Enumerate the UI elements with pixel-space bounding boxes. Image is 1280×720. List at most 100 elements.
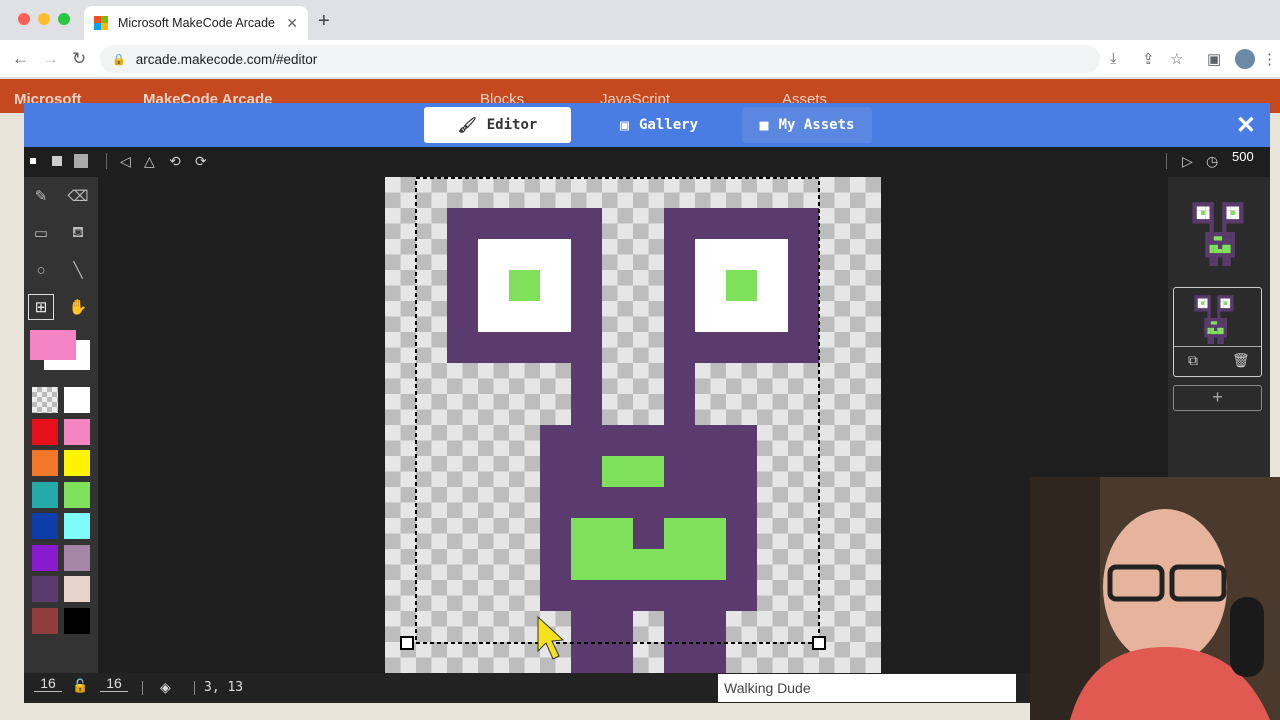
sprite-pixel — [664, 239, 695, 270]
tab-editor[interactable]: 🖌 Editor — [424, 107, 571, 143]
brush-size-medium[interactable] — [52, 156, 62, 166]
transparent-pixel — [617, 223, 633, 239]
selection-handle[interactable] — [400, 636, 414, 650]
browser-tab[interactable]: Microsoft MakeCode Arcade ✕ — [84, 6, 308, 40]
transparent-pixel — [726, 394, 742, 410]
palette-swatch[interactable] — [32, 576, 58, 602]
transparent-pixel — [726, 378, 742, 394]
palette-swatch[interactable] — [64, 544, 90, 571]
back-arrow-icon[interactable]: ← — [12, 49, 29, 69]
menu-kebab-icon[interactable]: ⋮ — [1262, 50, 1277, 68]
pan-hand-icon[interactable]: ✋ — [65, 294, 91, 320]
sprite-canvas[interactable] — [385, 177, 881, 673]
transparent-pixel — [462, 177, 478, 193]
close-tab-icon[interactable]: ✕ — [286, 15, 298, 32]
marquee-select-icon[interactable]: ⊞ — [28, 294, 54, 320]
sprite-pixel — [1217, 318, 1221, 322]
browser-toolbar: ← → ↻ 🔒 arcade.makecode.com/#editor ⤓ ⇪ … — [0, 40, 1280, 78]
sprite-pixel — [1235, 198, 1239, 202]
transparent-pixel — [726, 177, 742, 193]
transparent-pixel — [540, 378, 556, 394]
sprite-pixel — [1191, 312, 1194, 315]
pencil-icon[interactable]: ✎ — [28, 183, 54, 209]
palette-swatch[interactable] — [64, 387, 90, 413]
reload-icon[interactable]: ↻ — [72, 49, 86, 69]
flip-vertical-icon[interactable]: △ — [144, 153, 155, 170]
transparent-pixel — [757, 626, 773, 642]
forward-arrow-icon[interactable]: → — [42, 49, 59, 69]
frame-selected[interactable]: ⧉ 🗑 — [1173, 287, 1262, 377]
brush-size-large[interactable] — [74, 154, 88, 168]
fill-bucket-icon[interactable]: ⛾ — [65, 220, 91, 246]
sprite-pixel — [1191, 341, 1194, 344]
layers-icon[interactable]: ◈ — [160, 679, 171, 696]
new-tab-icon[interactable]: + — [318, 10, 330, 33]
transparent-pixel — [865, 502, 881, 518]
sprite-pixel — [1235, 232, 1239, 236]
palette-swatch[interactable] — [64, 513, 90, 539]
duplicate-icon[interactable]: ⧉ — [1188, 352, 1198, 369]
sprite-pixel — [509, 301, 540, 332]
transparent-pixel — [850, 580, 866, 596]
width-input[interactable]: 16 — [34, 675, 62, 692]
flip-horizontal-icon[interactable]: ◁ — [120, 153, 131, 170]
asset-name-input[interactable]: Walking Dude — [718, 674, 1016, 702]
sprite-pixel — [447, 239, 478, 270]
close-window-button[interactable] — [18, 13, 30, 25]
line-icon[interactable]: ╲ — [65, 257, 91, 283]
sprite-pixel — [1227, 318, 1230, 321]
height-input[interactable]: 16 — [100, 675, 128, 692]
palette-swatch[interactable] — [64, 450, 90, 476]
lock-aspect-icon[interactable]: 🔓 — [72, 678, 88, 694]
add-frame-button[interactable]: + — [1173, 385, 1262, 411]
palette-swatch[interactable] — [32, 418, 58, 445]
play-icon[interactable]: ▷ — [1182, 153, 1193, 170]
selection-handle[interactable] — [812, 636, 826, 650]
palette-swatch[interactable] — [64, 418, 90, 445]
brush-size-small[interactable] — [30, 158, 36, 164]
sprite-pixel — [664, 332, 695, 363]
transparent-pixel — [834, 177, 850, 193]
interval-input[interactable]: 500 — [1232, 149, 1254, 164]
profile-avatar[interactable] — [1235, 49, 1255, 69]
transparent-pixel — [819, 254, 835, 270]
transparent-pixel — [524, 487, 540, 503]
eraser-icon[interactable]: ⌫ — [65, 183, 91, 209]
close-modal-icon[interactable]: ✕ — [1236, 111, 1256, 140]
tab-gallery[interactable]: ▣ Gallery — [584, 107, 734, 143]
install-icon[interactable]: ⤓ — [1110, 50, 1117, 67]
address-bar[interactable]: 🔒 arcade.makecode.com/#editor — [100, 45, 1100, 73]
tab-my-assets[interactable]: ■ My Assets — [742, 107, 872, 143]
transparent-pixel — [524, 595, 540, 611]
minimize-window-button[interactable] — [38, 13, 50, 25]
circle-icon[interactable]: ○ — [28, 257, 54, 283]
share-icon[interactable]: ⇪ — [1142, 50, 1155, 68]
rotate-cw-icon[interactable]: ⟳ — [195, 153, 207, 170]
palette-swatch[interactable] — [64, 481, 90, 508]
primary-color[interactable] — [30, 330, 76, 360]
palette-swatch[interactable] — [32, 607, 58, 634]
palette-swatch[interactable] — [32, 481, 58, 508]
bookmark-star-icon[interactable]: ☆ — [1170, 50, 1183, 68]
palette-swatch[interactable] — [32, 513, 58, 539]
sprite-pixel — [1188, 228, 1192, 232]
palette-swatch[interactable] — [32, 450, 58, 476]
trash-icon[interactable]: 🗑 — [1232, 352, 1250, 369]
palette-swatch[interactable] — [32, 387, 58, 413]
transparent-pixel — [493, 611, 509, 627]
sprite-pixel — [1230, 219, 1235, 224]
sprite-pixel — [1227, 305, 1231, 309]
transparent-pixel — [447, 611, 463, 627]
palette-swatch[interactable] — [32, 544, 58, 571]
palette-swatch[interactable] — [64, 607, 90, 634]
rotate-ccw-icon[interactable]: ⟲ — [169, 153, 181, 170]
frame-thumbnail[interactable] — [1184, 183, 1252, 281]
sprite-pixel — [1227, 198, 1231, 202]
transparent-pixel — [602, 316, 618, 332]
sprite-pixel — [1226, 206, 1231, 211]
side-panel-icon[interactable]: ▣ — [1207, 50, 1221, 68]
palette-swatch[interactable] — [64, 576, 90, 602]
rectangle-icon[interactable]: ▭ — [28, 220, 54, 246]
transparent-pixel — [648, 363, 664, 379]
maximize-window-button[interactable] — [58, 13, 70, 25]
